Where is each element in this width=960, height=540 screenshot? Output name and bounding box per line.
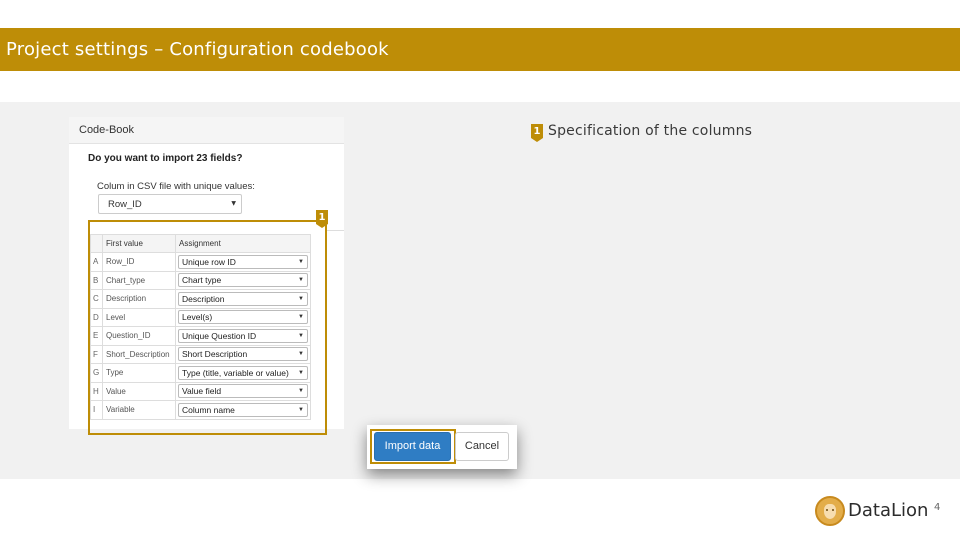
dialog-title: Code-Book — [79, 124, 135, 136]
title-bar: Project settings – Configuration codeboo… — [0, 28, 960, 71]
lion-logo-icon — [815, 496, 845, 526]
import-data-button[interactable]: Import data — [374, 432, 451, 461]
cancel-button[interactable]: Cancel — [455, 432, 509, 461]
chevron-down-icon: ▼ — [231, 200, 236, 207]
legend-text: Specification of the columns — [548, 123, 753, 139]
page-number: 4 — [934, 502, 941, 513]
brand-name: DataLion — [848, 500, 929, 521]
unique-column-select[interactable]: Row_ID ▼ — [98, 194, 242, 214]
logo-eye — [826, 509, 828, 511]
unique-column-label: Colum in CSV file with unique values: — [97, 181, 255, 192]
table-highlight-box — [88, 220, 327, 435]
dialog-header: Code-Book — [69, 117, 344, 144]
divider — [325, 230, 344, 231]
slide-title: Project settings – Configuration codeboo… — [6, 39, 389, 60]
slide: Project settings – Configuration codeboo… — [0, 0, 960, 540]
import-question: Do you want to import 23 fields? — [88, 153, 243, 164]
unique-column-value: Row_ID — [108, 199, 142, 210]
logo-eye — [832, 509, 834, 511]
logo-face — [824, 504, 836, 519]
